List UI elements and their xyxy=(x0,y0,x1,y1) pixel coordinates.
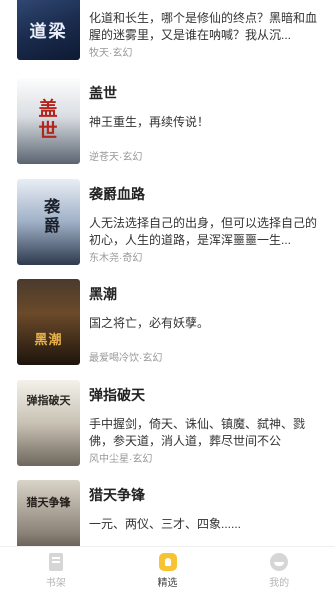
tab-label: 书架 xyxy=(45,578,66,589)
book-cover[interactable]: 猎天争锋 xyxy=(17,480,80,546)
cover-title: 弹指破天 xyxy=(26,394,71,407)
book-author-genre: 风中尘星·玄幻 xyxy=(89,454,153,465)
book-description: 一元、两仪、三才、四象...... xyxy=(89,517,242,531)
tab-label: 我的 xyxy=(269,578,290,589)
tab-label: 精选 xyxy=(157,578,178,589)
book-item[interactable]: 袭爵 袭爵血路 人无法选择自己的出身，但可以选择自己的初心，人生的道路，是浑浑噩… xyxy=(17,179,322,265)
featured-icon xyxy=(158,553,177,571)
book-item[interactable]: 道梁 化道和长生，哪个是修仙的终点？黑暗和血腥的迷雾里，又是谁在呐喊？我从沉..… xyxy=(17,0,322,60)
cover-title: 道梁 xyxy=(29,22,68,42)
book-item[interactable]: 黑潮 黑潮 国之将亡，必有妖孽。 最爱喝冷饮·玄幻 xyxy=(17,279,322,365)
book-item[interactable]: 弹指破天 弹指破天 手中握剑，倚天、诛仙、镇魔、弑神、戮佛，参天道，消人道，葬尽… xyxy=(17,380,322,466)
book-list[interactable]: 道梁 化道和长生，哪个是修仙的终点？黑暗和血腥的迷雾里，又是谁在呐喊？我从沉..… xyxy=(0,0,335,546)
book-description: 化道和长生，哪个是修仙的终点？黑暗和血腥的迷雾里，又是谁在呐喊？我从沉... xyxy=(89,11,318,42)
book-cover[interactable]: 黑潮 xyxy=(17,279,80,365)
book-cover[interactable]: 盖世 xyxy=(17,78,80,164)
book-title[interactable]: 猎天争锋 xyxy=(89,485,145,505)
book-title[interactable]: 盖世 xyxy=(89,83,117,103)
book-author-genre: 逆苍天·玄幻 xyxy=(89,152,143,163)
book-title[interactable]: 弹指破天 xyxy=(89,385,145,405)
cover-title: 盖世 xyxy=(38,98,58,142)
bookshelf-icon xyxy=(47,553,65,571)
book-cover[interactable]: 袭爵 xyxy=(17,179,80,265)
book-cover[interactable]: 道梁 xyxy=(17,0,80,60)
book-title[interactable]: 黑潮 xyxy=(89,284,117,304)
profile-icon xyxy=(270,553,289,571)
book-description: 神王重生，再续传说！ xyxy=(89,115,210,129)
bottom-tab-bar: 书架 精选 我的 xyxy=(0,546,335,595)
book-author-genre: 东木尧·奇幻 xyxy=(89,253,143,264)
book-title[interactable]: 袭爵血路 xyxy=(89,184,145,204)
book-author-genre: 牧天·玄幻 xyxy=(89,48,133,59)
tab-bookshelf[interactable]: 书架 xyxy=(0,547,112,595)
book-description: 国之将亡，必有妖孽。 xyxy=(89,316,210,330)
book-author-genre: 最爱喝冷饮·玄幻 xyxy=(89,353,163,364)
book-item[interactable]: 盖世 盖世 神王重生，再续传说！ 逆苍天·玄幻 xyxy=(17,78,322,164)
tab-profile[interactable]: 我的 xyxy=(223,547,335,595)
book-cover[interactable]: 弹指破天 xyxy=(17,380,80,466)
cover-title: 猎天争锋 xyxy=(26,496,71,509)
cover-title: 黑潮 xyxy=(34,333,63,348)
book-description: 手中握剑，倚天、诛仙、镇魔、弑神、戮佛，参天道，消人道，葬尽世间不公 xyxy=(89,417,306,448)
book-description: 人无法选择自己的出身，但可以选择自己的初心，人生的道路，是浑浑噩噩一生... xyxy=(89,216,318,247)
book-item[interactable]: 猎天争锋 猎天争锋 一元、两仪、三才、四象...... xyxy=(17,480,322,546)
tab-featured[interactable]: 精选 xyxy=(112,547,224,595)
cover-title: 袭爵 xyxy=(43,197,60,235)
